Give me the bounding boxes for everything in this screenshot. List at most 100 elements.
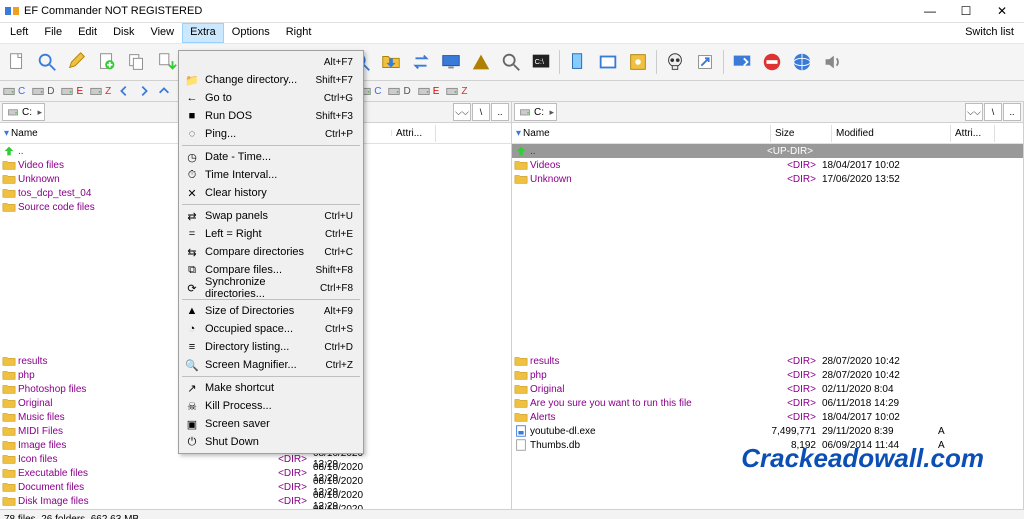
- menu-right[interactable]: Right: [278, 23, 320, 43]
- right-dropdown-button[interactable]: ⌵⌵: [965, 103, 983, 121]
- menu-item[interactable]: ⇄Swap panelsCtrl+U: [181, 207, 361, 225]
- skull-icon[interactable]: [661, 48, 689, 76]
- drivebar-right-icon[interactable]: [137, 84, 151, 98]
- drive-e[interactable]: E: [60, 84, 83, 98]
- network-icon[interactable]: [437, 48, 465, 76]
- parent-dir-row[interactable]: ..<UP-DIR>: [512, 144, 1023, 158]
- minimize-button[interactable]: —: [912, 0, 948, 22]
- folder-row[interactable]: Alerts<DIR>18/04/2017 10:02: [512, 410, 1023, 424]
- dirsize-icon[interactable]: [467, 48, 495, 76]
- menu-item-label: Compare directories: [205, 246, 324, 258]
- column-header[interactable]: Modified: [832, 125, 951, 142]
- folder-row[interactable]: php<DIR>28/07/2020 10:42: [512, 368, 1023, 382]
- copy-icon[interactable]: [123, 48, 151, 76]
- menu-item[interactable]: 📁Change directory...Shift+F7: [181, 71, 361, 89]
- menu-item-label: Go to: [205, 92, 324, 104]
- menu-item[interactable]: Alt+F7: [181, 53, 361, 71]
- left-dropdown-button[interactable]: ⌵⌵: [453, 103, 471, 121]
- menu-item[interactable]: ≡Directory listing...Ctrl+D: [181, 338, 361, 356]
- menu-options[interactable]: Options: [224, 23, 278, 43]
- sync-icon[interactable]: [407, 48, 435, 76]
- drive-c[interactable]: C: [2, 84, 25, 98]
- left-parent-button[interactable]: ..: [491, 103, 509, 121]
- column-header[interactable]: Attri...: [951, 125, 995, 142]
- menu-item[interactable]: ■Run DOSShift+F3: [181, 107, 361, 125]
- folder-row[interactable]: Unknown<DIR>17/06/2020 13:52: [512, 172, 1023, 186]
- switch-list-link[interactable]: Switch list: [957, 23, 1022, 43]
- drivebar-left-icon[interactable]: [117, 84, 131, 98]
- folder-row[interactable]: Original<DIR>02/11/2020 8:04: [512, 382, 1023, 396]
- menu-item[interactable]: ☠Kill Process...: [181, 397, 361, 415]
- menu-item[interactable]: ◷Date - Time...: [181, 148, 361, 166]
- menu-item-shortcut: Ctrl+Z: [326, 360, 354, 371]
- tools-icon[interactable]: [624, 48, 652, 76]
- folder-row[interactable]: Disk Image files<DIR>08/10/2020 12:29: [0, 494, 511, 508]
- disk-icon: ◔: [183, 321, 201, 337]
- menu-item[interactable]: ▲Size of DirectoriesAlt+F9: [181, 302, 361, 320]
- menu-item[interactable]: ◔Occupied space...Ctrl+S: [181, 320, 361, 338]
- drive-z[interactable]: Z: [445, 84, 467, 98]
- menu-view[interactable]: View: [142, 23, 182, 43]
- column-header[interactable]: ▾Name: [512, 125, 771, 142]
- folder-row[interactable]: Document files<DIR>08/10/2020 12:29: [0, 480, 511, 494]
- shortcut-icon[interactable]: [691, 48, 719, 76]
- drivebar-up-icon[interactable]: [157, 84, 171, 98]
- new-doc-icon[interactable]: [3, 48, 31, 76]
- menu-disk[interactable]: Disk: [105, 23, 142, 43]
- folder-row[interactable]: Are you sure you want to run this file<D…: [512, 396, 1023, 410]
- menu-item[interactable]: ↗Make shortcut: [181, 379, 361, 397]
- right-path-select[interactable]: C:: [514, 103, 557, 121]
- folder-icon: [2, 368, 16, 382]
- drive-d[interactable]: D: [31, 84, 54, 98]
- column-header[interactable]: Attri...: [392, 125, 436, 142]
- left-up-button[interactable]: \: [472, 103, 490, 121]
- folder-row[interactable]: Videos<DIR>18/04/2017 10:02: [512, 158, 1023, 172]
- favorites-icon[interactable]: [564, 48, 592, 76]
- power-icon: ⏻: [183, 434, 201, 450]
- edit-icon[interactable]: [63, 48, 91, 76]
- menu-item[interactable]: ⏻Shut Down: [181, 433, 361, 451]
- menu-item[interactable]: ⟳Synchronize directories...Ctrl+F8: [181, 279, 361, 297]
- menu-item[interactable]: =Left = RightCtrl+E: [181, 225, 361, 243]
- up-icon: [514, 144, 528, 158]
- folder-row[interactable]: Icon files<DIR>08/10/2020 12:29: [0, 452, 511, 466]
- audio-icon[interactable]: [818, 48, 846, 76]
- search-icon[interactable]: [33, 48, 61, 76]
- right-up-button[interactable]: \: [984, 103, 1002, 121]
- left-path-select[interactable]: C:: [2, 103, 45, 121]
- folder-icon: [2, 508, 16, 509]
- menu-item[interactable]: 🔍Screen Magnifier...Ctrl+Z: [181, 356, 361, 374]
- file-row[interactable]: youtube-dl.exe7,499,77129/11/2020 8:39A: [512, 424, 1023, 438]
- folder-row[interactable]: Executable files<DIR>08/10/2020 12:29: [0, 466, 511, 480]
- menu-file[interactable]: File: [36, 23, 70, 43]
- folder-row[interactable]: results<DIR>28/07/2020 10:42: [512, 354, 1023, 368]
- drive-z[interactable]: Z: [89, 84, 111, 98]
- item-size: <DIR>: [764, 370, 816, 381]
- goto-icon[interactable]: [377, 48, 405, 76]
- item-size: <DIR>: [257, 468, 307, 479]
- dos-icon[interactable]: C:\: [527, 48, 555, 76]
- menu-item[interactable]: ⇆Compare directoriesCtrl+C: [181, 243, 361, 261]
- add-doc-icon[interactable]: [93, 48, 121, 76]
- menu-edit[interactable]: Edit: [70, 23, 105, 43]
- drive-d[interactable]: D: [387, 84, 410, 98]
- close-button[interactable]: ✕: [984, 0, 1020, 22]
- menu-item[interactable]: ✕Clear history: [181, 184, 361, 202]
- drive-e[interactable]: E: [417, 84, 440, 98]
- occupied-icon[interactable]: [497, 48, 525, 76]
- menu-item[interactable]: ⏱Time Interval...: [181, 166, 361, 184]
- menu-item[interactable]: ←Go toCtrl+G: [181, 89, 361, 107]
- maximize-button[interactable]: ☐: [948, 0, 984, 22]
- move-icon[interactable]: [153, 48, 181, 76]
- column-header[interactable]: Size: [771, 125, 832, 142]
- view-icon[interactable]: [594, 48, 622, 76]
- menu-left[interactable]: Left: [2, 23, 36, 43]
- menu-item[interactable]: ▣Screen saver: [181, 415, 361, 433]
- folder-row[interactable]: Configuration files<DIR>08/10/2020 12:29: [0, 508, 511, 509]
- menu-item[interactable]: ◌Ping...Ctrl+P: [181, 125, 361, 143]
- menu-extra[interactable]: Extra: [182, 23, 224, 43]
- block-icon[interactable]: [758, 48, 786, 76]
- screen-icon[interactable]: [728, 48, 756, 76]
- globe-icon[interactable]: [788, 48, 816, 76]
- right-parent-button[interactable]: ..: [1003, 103, 1021, 121]
